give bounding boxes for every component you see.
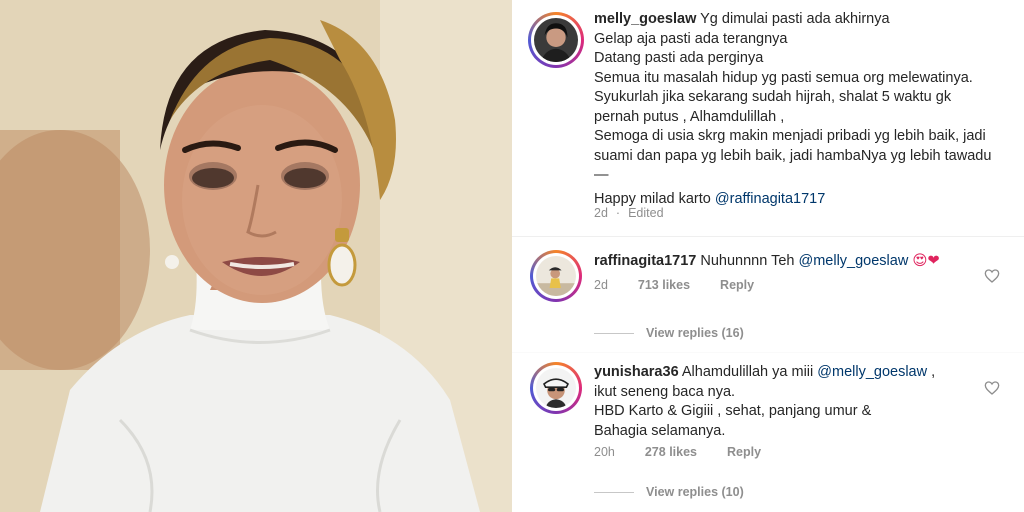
comment-2-view-replies-label[interactable]: View replies (10) (646, 485, 744, 499)
comment-1-likes[interactable]: 713 likes (638, 278, 690, 292)
post-time[interactable]: 2d (594, 206, 608, 220)
screenshot-root: melly_goeslaw Yg dimulai pasti ada akhir… (0, 0, 1024, 512)
comment-1-username[interactable]: raffinagita1717 (594, 253, 696, 269)
comment-2-likes[interactable]: 278 likes (645, 445, 697, 459)
caption-line-7: Semoga di usia skrg makin menjadi pribad… (594, 128, 986, 144)
post-divider (512, 236, 1024, 237)
comment-2-username[interactable]: yunishara36 (594, 364, 679, 380)
comment-2-first-line: Alhamdulillah ya miii (681, 364, 818, 380)
avatar-photo-icon (534, 18, 578, 62)
comment-1-meta: 2d 713 likes Reply (594, 278, 754, 292)
post-author-username[interactable]: melly_goeslaw (594, 11, 696, 27)
comment-1-time[interactable]: 2d (594, 278, 608, 292)
comment-2-reply-button[interactable]: Reply (727, 445, 761, 459)
caption-line-3: Datang pasti ada perginya (594, 50, 764, 66)
caption-line-6: pernah putus , Alhamdulillah , (594, 108, 785, 125)
comment-divider (512, 352, 1024, 353)
caption-closing-text: Happy milad karto (594, 190, 715, 207)
caption-line-8: suami dan papa yg lebih baik, jadi hamba… (594, 147, 992, 164)
view-replies-dash (594, 491, 634, 493)
avatar-photo-icon (536, 256, 576, 296)
comment-2-meta: 20h 278 likes Reply (594, 445, 761, 459)
comment-1-view-replies[interactable]: View replies (16) (594, 326, 744, 340)
caption-line-4: Semua itu masalah hidup yg pasti semua o… (594, 69, 973, 86)
comment-2-like-heart-icon[interactable] (984, 380, 1000, 396)
comment-2-time[interactable]: 20h (594, 445, 615, 459)
comment-1: raffinagita1717 Nuhunnnn Teh @melly_goes… (594, 252, 940, 272)
caption-line-9: — (594, 167, 609, 183)
post-meta: 2d · Edited (594, 206, 664, 220)
comment-2-avatar[interactable] (530, 362, 582, 414)
caption-line-1: melly_goeslaw Yg dimulai pasti ada akhir… (594, 10, 991, 30)
comment-1-text: Nuhunnnn Teh (700, 253, 799, 269)
comment-2-view-replies[interactable]: View replies (10) (594, 485, 744, 499)
comment-2-mention[interactable]: @melly_goeslaw (817, 364, 927, 380)
comment-1-view-replies-label[interactable]: View replies (16) (646, 326, 744, 340)
caption-line-2: Gelap aja pasti ada terangnya (594, 30, 788, 47)
comment-1-avatar[interactable] (530, 250, 582, 302)
post-edited-label: Edited (628, 206, 664, 220)
comment-2: yunishara36 Alhamdulillah ya miii @melly… (594, 363, 935, 441)
comment-2-line-4: Bahagia selamanya. (594, 422, 726, 439)
view-replies-dash (594, 332, 634, 334)
comment-2-line-3: HBD Karto & Gigiii , sehat, panjang umur… (594, 403, 872, 419)
portrait-illustration (0, 0, 512, 512)
caption-text: Yg dimulai pasti ada akhirnya (700, 11, 890, 27)
comment-2-line-2: ikut seneng baca nya. (594, 383, 736, 400)
post-caption: melly_goeslaw Yg dimulai pasti ada akhir… (594, 10, 991, 209)
comment-1-line: raffinagita1717 Nuhunnnn Teh @melly_goes… (594, 252, 940, 272)
post-dot-separator: · (615, 206, 621, 220)
comment-2-first-line-end: , (927, 364, 936, 380)
post-author-avatar[interactable] (528, 12, 584, 68)
comment-1-reply-button[interactable]: Reply (720, 278, 754, 292)
comment-2-line-1: yunishara36 Alhamdulillah ya miii @melly… (594, 363, 935, 383)
comment-1-mention[interactable]: @melly_goeslaw (799, 253, 909, 269)
caption-mention-link[interactable]: @raffinagita1717 (715, 191, 825, 207)
comment-1-emoji: 😍❤ (912, 253, 940, 269)
comment-1-like-heart-icon[interactable] (984, 268, 1000, 284)
caption-line-5: Syukurlah jika sekarang sudah hijrah, sh… (594, 89, 952, 105)
avatar-photo-icon (536, 368, 576, 408)
comments-panel: melly_goeslaw Yg dimulai pasti ada akhir… (512, 0, 1024, 512)
portrait-photo (0, 0, 512, 512)
